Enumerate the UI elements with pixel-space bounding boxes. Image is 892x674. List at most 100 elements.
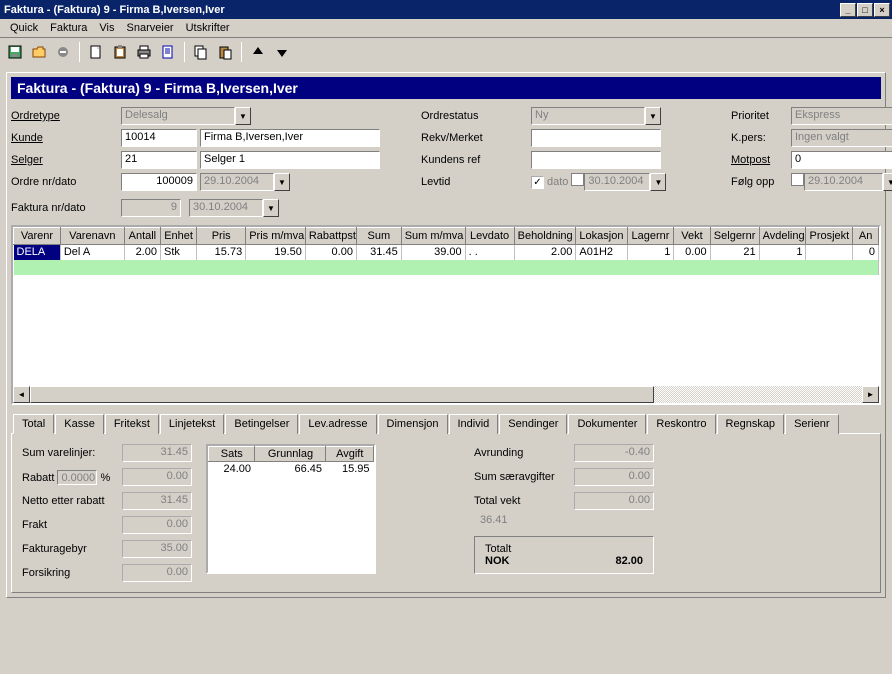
avrunding-value: -0.40 (574, 444, 654, 462)
vekt-value: 0.00 (574, 492, 654, 510)
rabatt-label: Rabatt (22, 472, 54, 484)
ordretype-input[interactable]: Delesalg (121, 107, 235, 125)
col-prosjekt[interactable]: Prosjekt (806, 228, 853, 245)
open-button[interactable] (28, 41, 50, 63)
prioritet-label: Prioritet (731, 110, 791, 122)
kpers-input[interactable]: Ingen valgt (791, 129, 892, 147)
print-button[interactable] (133, 41, 155, 63)
tab-fritekst[interactable]: Fritekst (105, 414, 159, 434)
avrunding-label: Avrunding (474, 447, 574, 459)
motpost-input[interactable]: 0 (791, 151, 892, 169)
doc-icon (160, 44, 176, 60)
tab-reskontro[interactable]: Reskontro (647, 414, 715, 434)
col-sum[interactable]: Sum (356, 228, 401, 245)
col-rabattpst[interactable]: Rabattpst (305, 228, 356, 245)
ordretype-dropdown[interactable]: ▼ (235, 107, 251, 125)
kunde-id-input[interactable]: 10014 (121, 129, 197, 147)
col-varenr[interactable]: Varenr (14, 228, 61, 245)
save-button[interactable] (4, 41, 26, 63)
levtid-checkbox[interactable]: ✓ (531, 176, 544, 189)
kpers-label: K.pers: (731, 132, 791, 144)
folgopp-checkbox[interactable] (791, 173, 804, 186)
col-antall[interactable]: Antall (124, 228, 160, 245)
col-prismmva[interactable]: Pris m/mva (246, 228, 306, 245)
fakturadato-input[interactable]: 30.10.2004 (189, 199, 263, 217)
col-vekt[interactable]: Vekt (674, 228, 710, 245)
down-arrow-icon (274, 44, 290, 60)
tab-betingelser[interactable]: Betingelser (225, 414, 298, 434)
rekv-input[interactable] (531, 129, 661, 147)
kunde-name-input[interactable]: Firma B,Iversen,Iver (200, 129, 380, 147)
folgopp-date-input[interactable]: 29.10.2004 (804, 173, 883, 191)
horizontal-scrollbar[interactable]: ◄ ► (13, 386, 879, 403)
forsikring-label: Forsikring (22, 567, 122, 579)
copy-button[interactable] (190, 41, 212, 63)
ordredato-dropdown[interactable]: ▼ (274, 173, 290, 191)
maximize-button[interactable]: □ (857, 3, 873, 17)
minimize-button[interactable]: _ (840, 3, 856, 17)
selger-name-input[interactable]: Selger 1 (200, 151, 380, 169)
col-lokasjon[interactable]: Lokasjon (576, 228, 627, 245)
tab-dokumenter[interactable]: Dokumenter (568, 414, 646, 434)
paste-button[interactable] (214, 41, 236, 63)
totalt-label: Totalt (485, 543, 643, 555)
tab-linjetekst[interactable]: Linjetekst (160, 414, 224, 434)
menu-faktura[interactable]: Faktura (44, 20, 93, 36)
scroll-thumb[interactable] (30, 386, 654, 403)
frakt-value: 0.00 (122, 516, 192, 534)
tab-panel-total: Sum varelinjer: 31.45 Rabatt 0.0000 % 0.… (11, 433, 881, 593)
col-beholdning[interactable]: Beholdning (514, 228, 576, 245)
ordrestatus-dropdown[interactable]: ▼ (645, 107, 661, 125)
col-varenavn[interactable]: Varenavn (60, 228, 124, 245)
up-arrow-icon (250, 44, 266, 60)
line-items-grid[interactable]: VarenrVarenavnAntallEnhetPrisPris m/mvaR… (11, 225, 881, 405)
prioritet-input[interactable]: Ekspress (791, 107, 892, 125)
new-button[interactable] (85, 41, 107, 63)
col-enhet[interactable]: Enhet (160, 228, 196, 245)
fakturanr-label: Faktura nr/dato (11, 202, 113, 214)
doc-button[interactable] (157, 41, 179, 63)
clipboard-button[interactable] (109, 41, 131, 63)
levtid-date-dropdown[interactable]: ▼ (650, 173, 666, 191)
table-row-empty[interactable] (14, 260, 879, 275)
tab-levadresse[interactable]: Lev.adresse (299, 414, 376, 434)
menu-snarveier[interactable]: Snarveier (121, 20, 180, 36)
grand-total-box: Totalt NOK 82.00 (474, 536, 654, 574)
menu-utskrifter[interactable]: Utskrifter (180, 20, 236, 36)
tab-dimensjon[interactable]: Dimensjon (378, 414, 448, 434)
ordrenr-input[interactable]: 100009 (121, 173, 197, 191)
menu-vis[interactable]: Vis (93, 20, 120, 36)
selger-label: Selger (11, 154, 121, 166)
col-avdeling[interactable]: Avdeling (759, 228, 806, 245)
menu-quick[interactable]: Quick (4, 20, 44, 36)
col-levdato[interactable]: Levdato (465, 228, 514, 245)
levtid-date-input[interactable]: 30.10.2004 (584, 173, 650, 191)
tab-total[interactable]: Total (13, 414, 54, 434)
tab-regnskap[interactable]: Regnskap (717, 414, 785, 434)
up-button[interactable] (247, 41, 269, 63)
paste-icon (217, 44, 233, 60)
scroll-right-button[interactable]: ► (862, 386, 879, 403)
down-button[interactable] (271, 41, 293, 63)
rabatt-pct-input[interactable]: 0.0000 (61, 472, 95, 484)
delete-button[interactable] (52, 41, 74, 63)
selger-id-input[interactable]: 21 (121, 151, 197, 169)
close-button[interactable]: × (874, 3, 890, 17)
col-an[interactable]: An (853, 228, 879, 245)
levtid-date-checkbox[interactable] (571, 173, 584, 186)
tab-individ[interactable]: Individ (449, 414, 499, 434)
col-summmva[interactable]: Sum m/mva (401, 228, 465, 245)
col-pris[interactable]: Pris (197, 228, 246, 245)
scroll-left-button[interactable]: ◄ (13, 386, 30, 403)
tab-sendinger[interactable]: Sendinger (499, 414, 567, 434)
tab-serienr[interactable]: Serienr (785, 414, 838, 434)
ordrestatus-input[interactable]: Ny (531, 107, 645, 125)
ordredato-input[interactable]: 29.10.2004 (200, 173, 274, 191)
tab-kasse[interactable]: Kasse (55, 414, 104, 434)
table-row[interactable]: DELADel A2.00Stk15.7319.500.0031.4539.00… (14, 245, 879, 260)
col-selgernr[interactable]: Selgernr (710, 228, 759, 245)
col-lagernr[interactable]: Lagernr (627, 228, 674, 245)
fakturadato-dropdown[interactable]: ▼ (263, 199, 279, 217)
folgopp-date-dropdown[interactable]: ▼ (883, 173, 892, 191)
kundens-ref-input[interactable] (531, 151, 661, 169)
